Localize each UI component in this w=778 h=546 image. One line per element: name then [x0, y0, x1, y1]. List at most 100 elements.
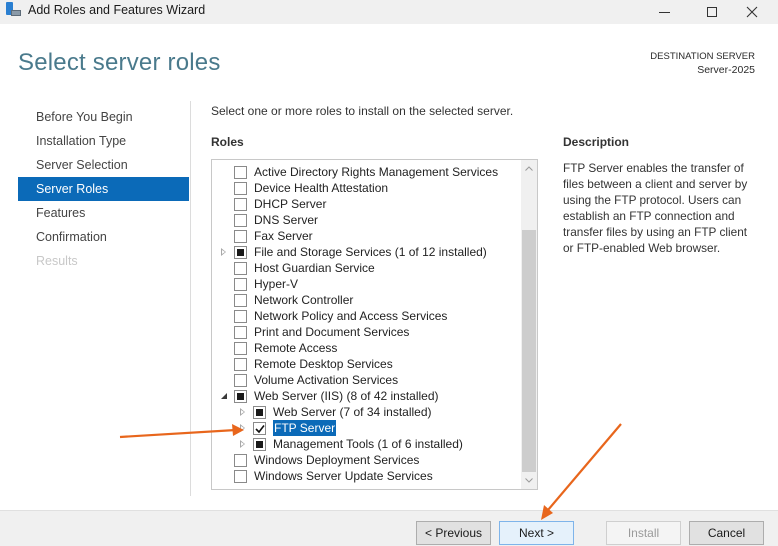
role-checkbox[interactable]	[234, 278, 247, 291]
role-item[interactable]: File and Storage Services (1 of 12 insta…	[212, 244, 520, 260]
role-label[interactable]: Print and Document Services	[254, 324, 409, 340]
role-label[interactable]: File and Storage Services (1 of 12 insta…	[254, 244, 487, 260]
role-label[interactable]: Remote Access	[254, 340, 337, 356]
wizard-nav: Before You Begin Installation Type Server …	[18, 105, 189, 273]
nav-item-before-you-begin[interactable]: Before You Begin	[18, 105, 189, 129]
server-manager-icon	[5, 2, 21, 18]
chevron-down-icon	[525, 478, 533, 483]
role-item[interactable]: Fax Server	[212, 228, 520, 244]
window-title: Add Roles and Features Wizard	[28, 3, 206, 17]
role-label[interactable]: Network Controller	[254, 292, 353, 308]
cancel-button[interactable]: Cancel	[689, 521, 764, 545]
scroll-thumb[interactable]	[522, 230, 536, 472]
role-item[interactable]: Hyper-V	[212, 276, 520, 292]
expanded-triangle-icon[interactable]	[221, 393, 227, 399]
role-checkbox[interactable]	[234, 166, 247, 179]
roles-list: Active Directory Rights Management Servi…	[212, 164, 520, 484]
next-button[interactable]: Next >	[499, 521, 574, 545]
role-label[interactable]: Windows Server Update Services	[254, 468, 433, 484]
role-checkbox[interactable]	[234, 342, 247, 355]
role-checkbox[interactable]	[234, 310, 247, 323]
role-label[interactable]: DNS Server	[254, 212, 318, 228]
install-button: Install	[606, 521, 681, 545]
close-button[interactable]	[730, 0, 774, 24]
role-checkbox[interactable]	[234, 454, 247, 467]
nav-item-confirmation[interactable]: Confirmation	[18, 225, 189, 249]
role-checkbox[interactable]	[234, 262, 247, 275]
role-label[interactable]: Web Server (7 of 34 installed)	[273, 404, 432, 420]
close-icon	[746, 6, 758, 18]
role-checkbox[interactable]	[253, 422, 266, 435]
arrow-to-next-button	[541, 423, 622, 520]
role-checkbox[interactable]	[234, 230, 247, 243]
collapsed-triangle-icon[interactable]	[240, 424, 245, 432]
scroll-down-button[interactable]	[521, 472, 537, 489]
role-item[interactable]: Remote Desktop Services	[212, 356, 520, 372]
role-label[interactable]: Device Health Attestation	[254, 180, 388, 196]
role-item[interactable]: DNS Server	[212, 212, 520, 228]
chevron-up-icon	[525, 166, 533, 171]
role-checkbox[interactable]	[253, 438, 266, 451]
nav-divider	[190, 101, 191, 496]
role-label[interactable]: Host Guardian Service	[254, 260, 375, 276]
role-item[interactable]: Network Controller	[212, 292, 520, 308]
role-checkbox[interactable]	[234, 470, 247, 483]
role-checkbox[interactable]	[234, 198, 247, 211]
role-item[interactable]: Network Policy and Access Services	[212, 308, 520, 324]
role-label[interactable]: Windows Deployment Services	[254, 452, 419, 468]
description-heading: Description	[563, 135, 630, 149]
role-item[interactable]: Remote Access	[212, 340, 520, 356]
role-checkbox[interactable]	[234, 294, 247, 307]
role-item[interactable]: Host Guardian Service	[212, 260, 520, 276]
role-label[interactable]: Active Directory Rights Management Servi…	[254, 164, 498, 180]
role-item[interactable]: Web Server (7 of 34 installed)	[212, 404, 520, 420]
role-checkbox[interactable]	[253, 406, 266, 419]
nav-item-installation-type[interactable]: Installation Type	[18, 129, 189, 153]
role-label[interactable]: Volume Activation Services	[254, 372, 398, 388]
role-item[interactable]: Windows Server Update Services	[212, 468, 520, 484]
previous-button[interactable]: < Previous	[416, 521, 491, 545]
role-label[interactable]: DHCP Server	[254, 196, 326, 212]
role-label[interactable]: FTP Server	[273, 420, 337, 436]
role-label[interactable]: Fax Server	[254, 228, 313, 244]
nav-item-features[interactable]: Features	[18, 201, 189, 225]
role-checkbox[interactable]	[234, 358, 247, 371]
role-item[interactable]: Web Server (IIS) (8 of 42 installed)	[212, 388, 520, 404]
roles-scrollbar[interactable]	[521, 160, 537, 489]
maximize-icon	[707, 7, 717, 17]
collapsed-triangle-icon[interactable]	[240, 408, 245, 416]
role-item[interactable]: FTP Server	[212, 420, 520, 436]
minimize-icon	[658, 11, 670, 13]
roles-tree[interactable]: Active Directory Rights Management Servi…	[211, 159, 538, 490]
role-checkbox[interactable]	[234, 214, 247, 227]
role-label[interactable]: Management Tools (1 of 6 installed)	[273, 436, 463, 452]
role-checkbox[interactable]	[234, 390, 247, 403]
collapsed-triangle-icon[interactable]	[221, 248, 226, 256]
role-item[interactable]: Active Directory Rights Management Servi…	[212, 164, 520, 180]
role-item[interactable]: Device Health Attestation	[212, 180, 520, 196]
role-checkbox[interactable]	[234, 326, 247, 339]
role-checkbox[interactable]	[234, 182, 247, 195]
nav-item-server-roles[interactable]: Server Roles	[18, 177, 189, 201]
role-item[interactable]: Management Tools (1 of 6 installed)	[212, 436, 520, 452]
title-bar: Add Roles and Features Wizard	[0, 0, 778, 24]
role-item[interactable]: DHCP Server	[212, 196, 520, 212]
destination-server-name: Server-2025	[697, 64, 755, 76]
maximize-button[interactable]	[690, 0, 734, 24]
role-label[interactable]: Hyper-V	[254, 276, 298, 292]
role-item[interactable]: Volume Activation Services	[212, 372, 520, 388]
page-title: Select server roles	[18, 49, 221, 76]
nav-item-results: Results	[36, 254, 78, 268]
nav-item-server-selection[interactable]: Server Selection	[18, 153, 189, 177]
role-checkbox[interactable]	[234, 374, 247, 387]
role-item[interactable]: Windows Deployment Services	[212, 452, 520, 468]
scroll-up-button[interactable]	[521, 160, 537, 177]
role-item[interactable]: Print and Document Services	[212, 324, 520, 340]
role-label[interactable]: Web Server (IIS) (8 of 42 installed)	[254, 388, 439, 404]
role-label[interactable]: Remote Desktop Services	[254, 356, 393, 372]
collapsed-triangle-icon[interactable]	[240, 440, 245, 448]
role-label[interactable]: Network Policy and Access Services	[254, 308, 447, 324]
role-checkbox[interactable]	[234, 246, 247, 259]
description-text: FTP Server enables the transfer of files…	[563, 161, 748, 255]
minimize-button[interactable]	[642, 0, 686, 24]
